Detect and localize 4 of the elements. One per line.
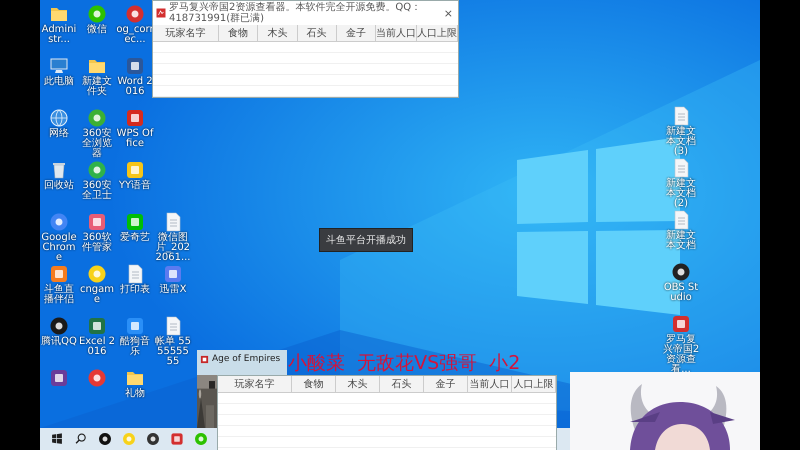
app-icon[interactable] — [146, 432, 160, 446]
windows-start-icon[interactable] — [50, 432, 64, 446]
app-icon[interactable] — [98, 432, 112, 446]
search-icon[interactable] — [74, 432, 88, 446]
